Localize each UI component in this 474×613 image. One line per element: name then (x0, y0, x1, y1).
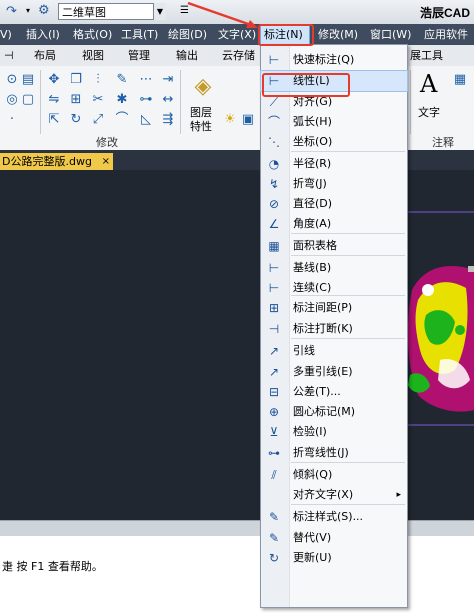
callout-arrow (187, 1, 258, 28)
